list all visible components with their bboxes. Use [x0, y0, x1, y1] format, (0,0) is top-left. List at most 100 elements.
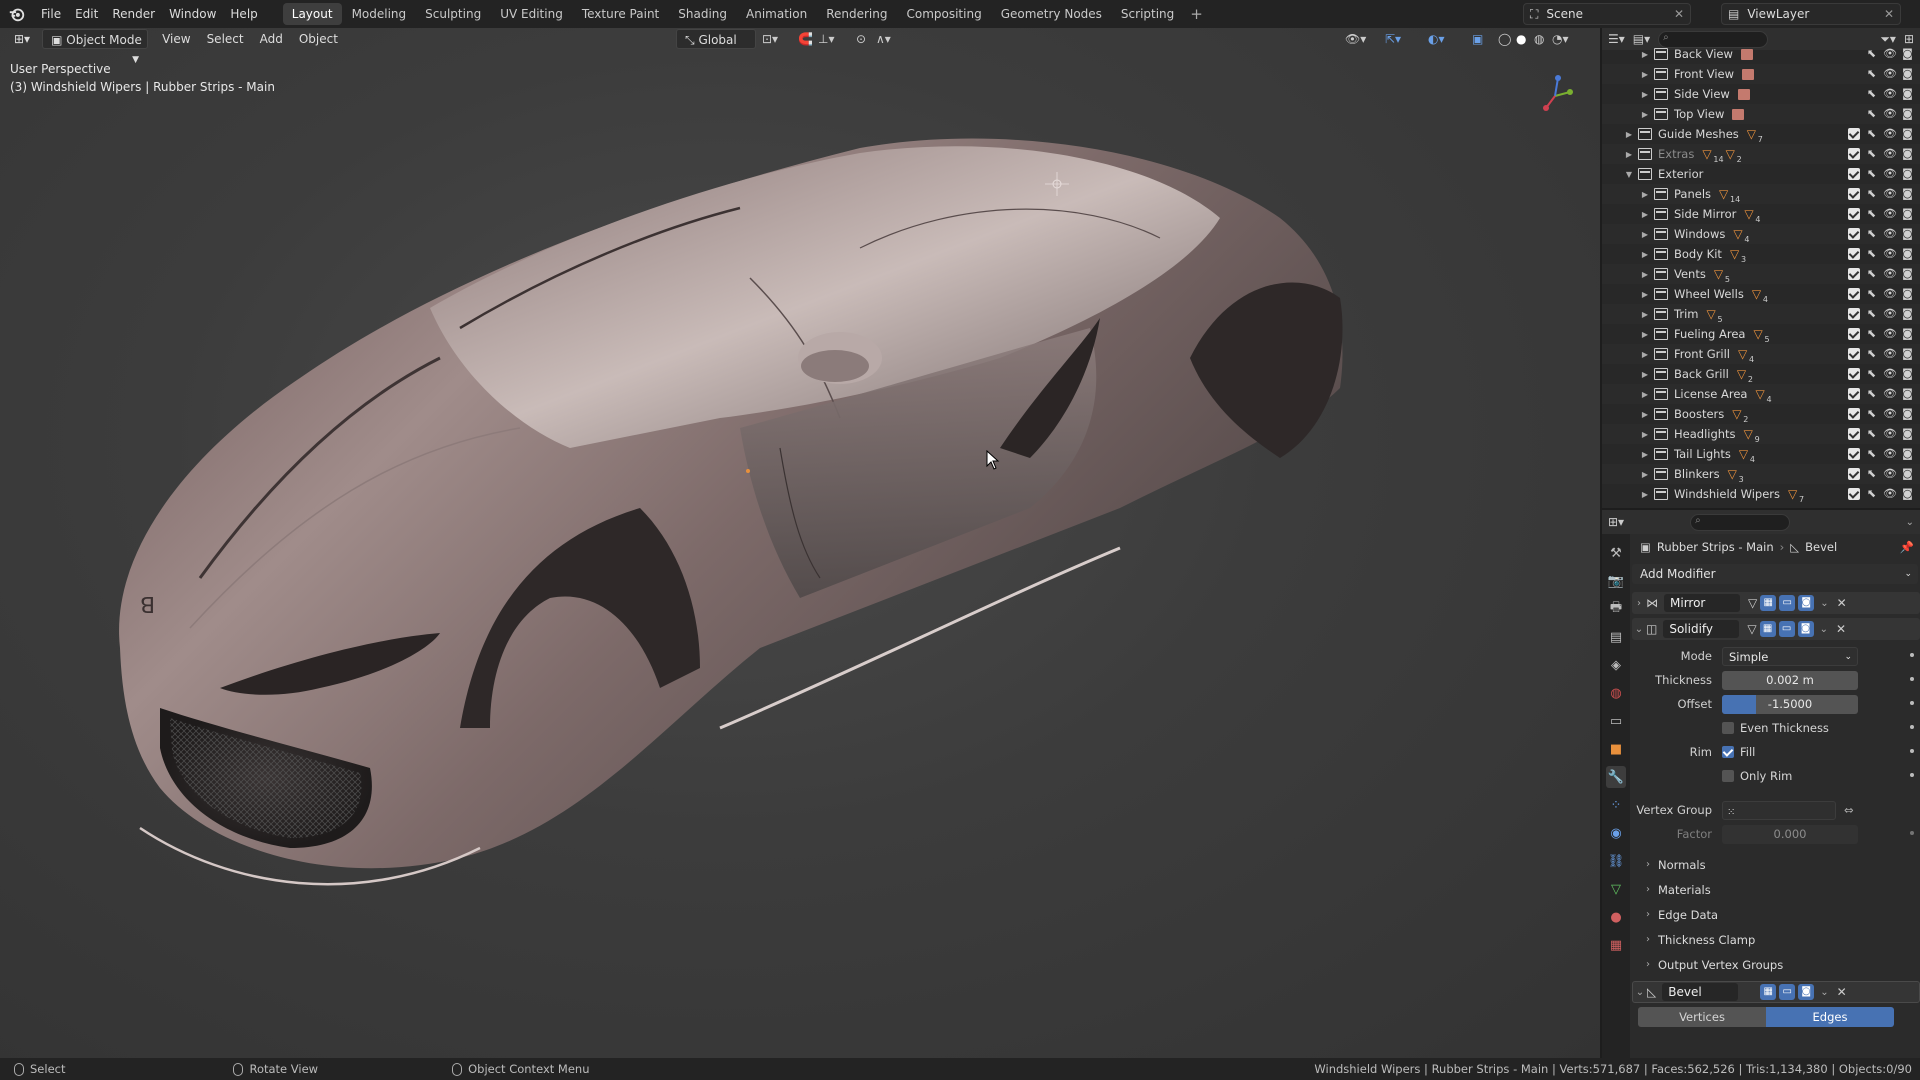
expand-down-icon[interactable]: ▼: [1624, 170, 1634, 179]
render-icon[interactable]: ◙: [1797, 621, 1814, 637]
constraints-tab-icon[interactable]: ⛓: [1606, 850, 1626, 872]
modifier-tab-icon[interactable]: 🔧: [1606, 766, 1626, 788]
select-arrow-icon[interactable]: ⬉: [1865, 88, 1878, 100]
collection-tab-icon[interactable]: ▭: [1606, 710, 1626, 732]
gizmo-icon[interactable]: ⇱▾: [1385, 32, 1401, 46]
keyframe-dot-icon[interactable]: [1910, 725, 1914, 729]
camera-render-icon[interactable]: ◙: [1901, 288, 1914, 300]
blender-logo-icon[interactable]: [0, 0, 34, 28]
tool-tab-icon[interactable]: ⚒: [1606, 542, 1626, 564]
eye-icon[interactable]: 👁: [1883, 88, 1897, 100]
shading-material-icon[interactable]: ◍: [1534, 32, 1544, 46]
close-icon[interactable]: ✕: [1837, 596, 1847, 610]
camera-render-icon[interactable]: ◙: [1901, 468, 1914, 480]
exclude-checkbox[interactable]: [1848, 328, 1860, 340]
eye-icon[interactable]: 👁: [1883, 328, 1897, 340]
pin-icon[interactable]: 📌: [1900, 540, 1914, 554]
exclude-checkbox[interactable]: [1848, 428, 1860, 440]
bevel-name-field[interactable]: Bevel: [1662, 983, 1739, 1001]
outliner-row[interactable]: ▶ Trim ▽ 5 ⬉ 👁 ◙: [1602, 304, 1920, 324]
select-arrow-icon[interactable]: ⬉: [1865, 308, 1878, 320]
menu-window[interactable]: Window: [162, 0, 223, 28]
eye-icon[interactable]: 👁: [1883, 408, 1897, 420]
expand-right-icon[interactable]: ▶: [1640, 270, 1650, 279]
select-arrow-icon[interactable]: ⬉: [1865, 108, 1878, 120]
select-arrow-icon[interactable]: ⬉: [1865, 188, 1878, 200]
tab-rendering[interactable]: Rendering: [817, 3, 896, 25]
select-arrow-icon[interactable]: ⬉: [1865, 248, 1878, 260]
select-arrow-icon[interactable]: ⬉: [1865, 148, 1878, 160]
bevel-tab-vertices[interactable]: Vertices: [1638, 1007, 1766, 1027]
camera-render-icon[interactable]: ◙: [1901, 448, 1914, 460]
expand-right-icon[interactable]: ▶: [1640, 350, 1650, 359]
outliner-row[interactable]: ▶ Boosters ▽ 2 ⬉ 👁 ◙: [1602, 404, 1920, 424]
falloff-icon[interactable]: ∧▾: [876, 32, 891, 46]
render-icon[interactable]: ◙: [1798, 984, 1815, 1000]
thickness-field[interactable]: 0.002 m: [1722, 670, 1858, 690]
close-icon[interactable]: ✕: [1674, 7, 1684, 21]
render-icon[interactable]: ◙: [1798, 595, 1815, 611]
expand-right-icon[interactable]: ▶: [1640, 330, 1650, 339]
close-icon[interactable]: ✕: [1836, 622, 1846, 636]
expand-right-icon[interactable]: ▶: [1640, 310, 1650, 319]
exclude-checkbox[interactable]: [1848, 128, 1860, 140]
select-arrow-icon[interactable]: ⬉: [1865, 228, 1878, 240]
editmode-icon[interactable]: ▦: [1760, 595, 1777, 611]
xray-icon[interactable]: ▣: [1472, 32, 1483, 46]
editmode-icon[interactable]: ▦: [1759, 621, 1776, 637]
material-tab-icon[interactable]: ●: [1606, 906, 1626, 928]
outliner-row[interactable]: ▶ Side View ⬉ 👁 ◙: [1602, 84, 1920, 104]
expand-right-icon[interactable]: ▶: [1640, 410, 1650, 419]
outliner-row[interactable]: ▶ Extras ▽ 14 ▽ 2 ⬉ 👁 ◙: [1602, 144, 1920, 164]
outliner-row[interactable]: ▶ Back Grill ▽ 2 ⬉ 👁 ◙: [1602, 364, 1920, 384]
car-model[interactable]: ꓭ: [100, 128, 1560, 958]
camera-render-icon[interactable]: ◙: [1901, 308, 1914, 320]
eye-icon[interactable]: 👁: [1883, 448, 1897, 460]
exclude-checkbox[interactable]: [1848, 248, 1860, 260]
viewport-icon[interactable]: ▭: [1779, 984, 1796, 1000]
camera-render-icon[interactable]: ◙: [1901, 388, 1914, 400]
select-arrow-icon[interactable]: ⬉: [1865, 488, 1878, 500]
data-tab-icon[interactable]: ▽: [1606, 878, 1626, 900]
camera-render-icon[interactable]: ◙: [1901, 408, 1914, 420]
eye-icon[interactable]: 👁: [1883, 468, 1897, 480]
outliner-row[interactable]: ▶ Windshield Wipers ▽ 7 ⬉ 👁 ◙: [1602, 484, 1920, 504]
exclude-checkbox[interactable]: [1848, 228, 1860, 240]
editor-type-icon[interactable]: ⊞▾: [1608, 515, 1624, 529]
camera-render-icon[interactable]: ◙: [1901, 88, 1914, 100]
outliner-row[interactable]: ▶ Headlights ▽ 9 ⬉ 👁 ◙: [1602, 424, 1920, 444]
expand-right-icon[interactable]: ▶: [1640, 50, 1650, 59]
mirror-modifier-header[interactable]: › ⋈ Mirror ▽ ▦ ▭ ◙ ⌄ ✕: [1632, 592, 1920, 614]
exclude-checkbox[interactable]: [1848, 268, 1860, 280]
viewport-menu-view[interactable]: View: [154, 29, 198, 49]
editor-type-icon[interactable]: ⊞▾: [6, 29, 38, 49]
expand-right-icon[interactable]: ▶: [1624, 130, 1634, 139]
only-rim-checkbox[interactable]: [1722, 770, 1734, 782]
camera-render-icon[interactable]: ◙: [1901, 368, 1914, 380]
select-arrow-icon[interactable]: ⬉: [1865, 68, 1878, 80]
visibility-icon[interactable]: 👁▾: [1345, 32, 1366, 46]
tab-scripting[interactable]: Scripting: [1112, 3, 1183, 25]
chevron-down-icon[interactable]: ⌄: [1820, 624, 1828, 635]
add-workspace-button[interactable]: +: [1183, 0, 1210, 28]
editmode-icon[interactable]: ▦: [1760, 984, 1777, 1000]
exclude-checkbox[interactable]: [1848, 408, 1860, 420]
eye-icon[interactable]: 👁: [1883, 108, 1897, 120]
expand-right-icon[interactable]: ▶: [1640, 490, 1650, 499]
camera-render-icon[interactable]: ◙: [1901, 248, 1914, 260]
eye-icon[interactable]: 👁: [1883, 348, 1897, 360]
close-icon[interactable]: ✕: [1837, 985, 1847, 999]
outliner-row[interactable]: ▶ Top View ⬉ 👁 ◙: [1602, 104, 1920, 124]
offset-slider[interactable]: -1.5000: [1722, 694, 1858, 714]
expand-right-icon[interactable]: ▶: [1640, 70, 1650, 79]
select-arrow-icon[interactable]: ⬉: [1865, 48, 1878, 60]
outliner-row[interactable]: ▶ Fueling Area ▽ 5 ⬉ 👁 ◙: [1602, 324, 1920, 344]
select-arrow-icon[interactable]: ⬉: [1865, 128, 1878, 140]
keyframe-dot-icon[interactable]: [1910, 653, 1914, 657]
exclude-checkbox[interactable]: [1848, 368, 1860, 380]
outliner-row[interactable]: ▶ License Area ▽ 4 ⬉ 👁 ◙: [1602, 384, 1920, 404]
expand-right-icon[interactable]: ▶: [1640, 290, 1650, 299]
even-thickness-checkbox[interactable]: [1722, 722, 1734, 734]
snap-target-icon[interactable]: ⊥▾: [818, 32, 834, 46]
camera-render-icon[interactable]: ◙: [1901, 348, 1914, 360]
